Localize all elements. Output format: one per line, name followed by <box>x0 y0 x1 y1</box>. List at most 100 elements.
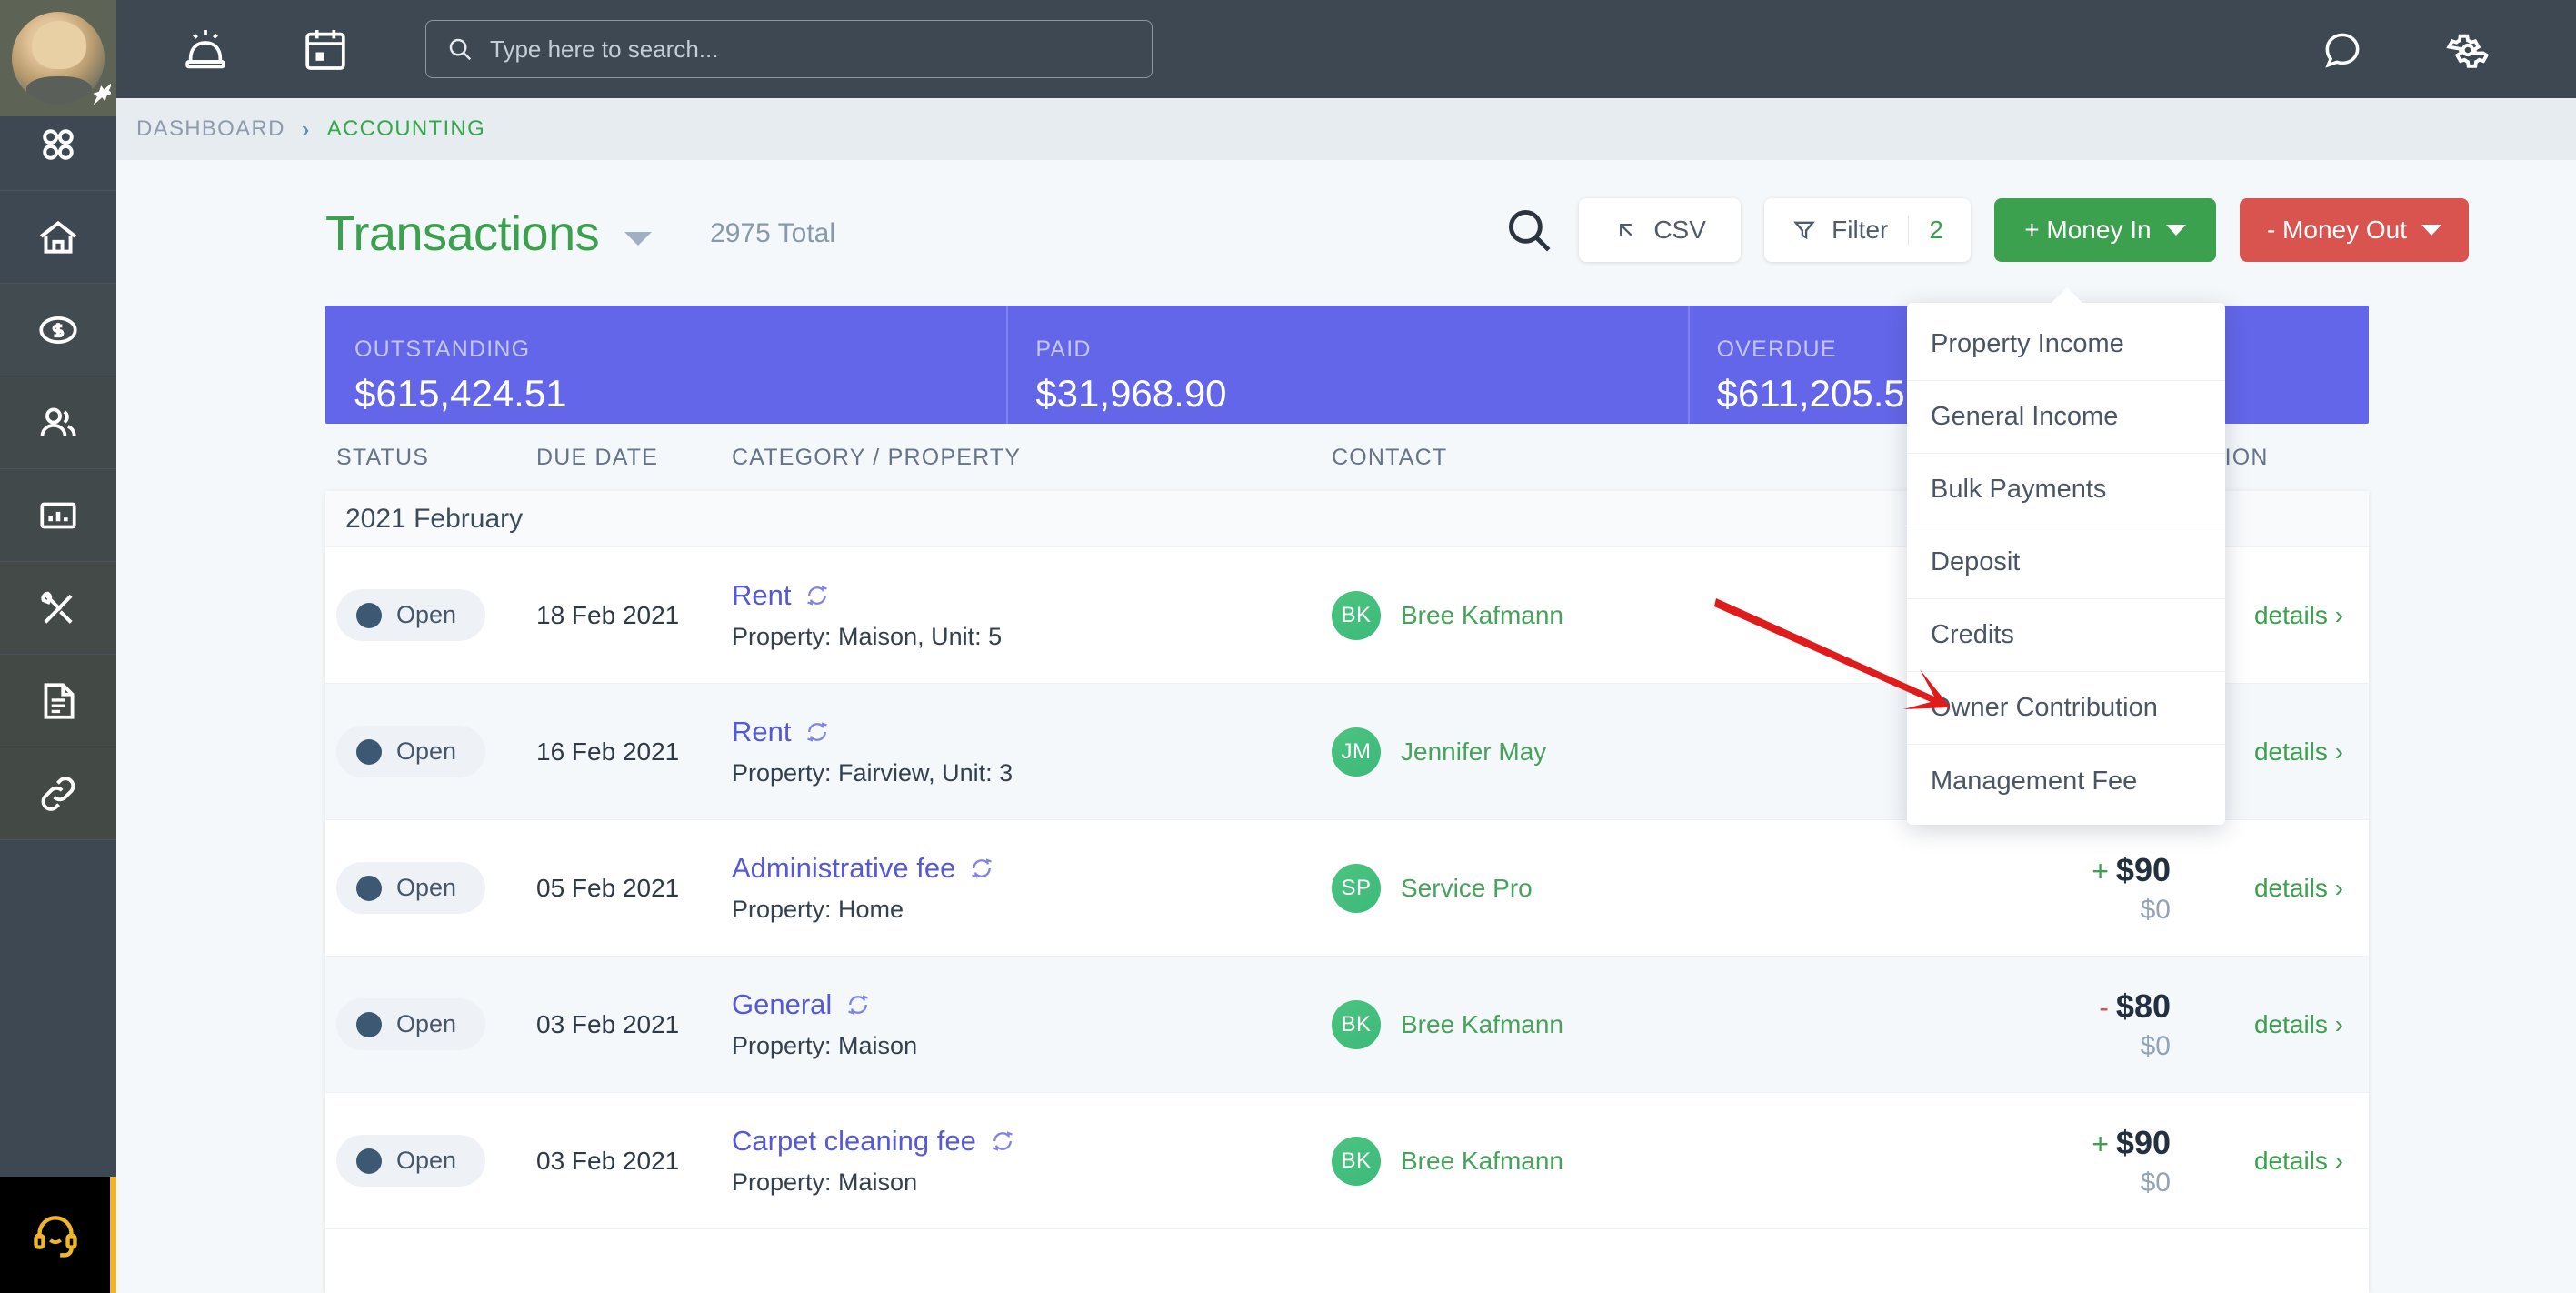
breadcrumb: DASHBOARD › ACCOUNTING <box>116 98 2576 160</box>
category-property: Property: Maison <box>732 1168 918 1196</box>
tools-icon <box>41 591 73 624</box>
recurring-icon <box>972 858 993 878</box>
chat-icon[interactable] <box>2320 27 2365 73</box>
money-in-dropdown-menu: Property Income General Income Bulk Paym… <box>1907 287 2225 825</box>
apps-grid-icon <box>43 128 74 160</box>
menu-item-property-income[interactable]: Property Income <box>1907 308 2225 381</box>
category-property: Property: Maison <box>732 1032 918 1059</box>
money-icon <box>39 316 77 344</box>
category-link[interactable]: Rent <box>732 579 791 612</box>
total-count: 2975 Total <box>710 218 836 248</box>
category-property: Property: Fairview, Unit: 3 <box>732 759 1013 787</box>
menu-item-bulk-payments[interactable]: Bulk Payments <box>1907 454 2225 526</box>
details-link[interactable]: details › <box>2254 1147 2343 1175</box>
status-dot-icon <box>356 875 382 901</box>
menu-item-owner-contribution[interactable]: Owner Contribution <box>1907 672 2225 745</box>
filter-label: Filter <box>1832 216 1889 244</box>
category-link[interactable]: Carpet cleaning fee <box>732 1125 976 1158</box>
column-header-contact: CONTACT <box>1332 444 1448 470</box>
menu-item-deposit[interactable]: Deposit <box>1907 526 2225 599</box>
stat-outstanding: OUTSTANDING $615,424.51 <box>325 306 1006 424</box>
column-header-category: CATEGORY / PROPERTY <box>732 444 1022 470</box>
status-badge: Open <box>336 862 486 914</box>
filter-button[interactable]: Filter 2 <box>1764 198 1971 262</box>
sidebar-item-maintenance[interactable] <box>0 562 116 655</box>
status-label: Open <box>396 601 457 628</box>
cell-category: General Property: Maison <box>732 988 1332 1060</box>
filter-icon <box>1793 221 1815 240</box>
breadcrumb-dashboard[interactable]: DASHBOARD <box>136 116 285 142</box>
global-search[interactable] <box>425 20 1153 78</box>
gear-icon[interactable] <box>2443 25 2492 75</box>
menu-item-general-income[interactable]: General Income <box>1907 381 2225 454</box>
sidebar-item-home[interactable] <box>0 191 116 284</box>
contact-link[interactable]: Bree Kafmann <box>1401 601 1563 630</box>
contact-link[interactable]: Service Pro <box>1401 874 1533 903</box>
sidebar-item-accounting[interactable] <box>0 284 116 376</box>
sidebar-item-links[interactable] <box>0 747 116 840</box>
action-toolbar: CSV Filter 2 + Money In - Money Out <box>1503 198 2469 262</box>
cell-status: Open <box>325 589 536 641</box>
table-row[interactable]: Open 05 Feb 2021 Administrative fee Prop… <box>325 820 2369 957</box>
amount-balance: $0 <box>2140 1167 2171 1198</box>
category-property: Property: Home <box>732 896 904 923</box>
contact-link[interactable]: Bree Kafmann <box>1401 1010 1563 1039</box>
money-out-button[interactable]: - Money Out <box>2239 198 2469 262</box>
amount-value: $90 <box>2115 850 2171 888</box>
menu-item-management-fee[interactable]: Management Fee <box>1907 745 2225 817</box>
cell-due-date: 03 Feb 2021 <box>536 1009 680 1038</box>
search-input[interactable] <box>490 35 1132 64</box>
people-icon <box>40 407 76 436</box>
status-badge: Open <box>336 998 486 1050</box>
recurring-icon <box>807 586 828 606</box>
csv-label: CSV <box>1653 216 1706 244</box>
amount-value: $80 <box>2115 987 2171 1025</box>
support-button[interactable] <box>0 1177 116 1293</box>
recurring-icon <box>992 1131 1013 1151</box>
menu-item-credits[interactable]: Credits <box>1907 599 2225 672</box>
category-link[interactable]: General <box>732 988 832 1021</box>
category-property: Property: Maison, Unit: 5 <box>732 623 1003 650</box>
avatar: BK <box>1332 1136 1381 1186</box>
cell-contact: BK Bree Kafmann <box>1332 1136 1986 1186</box>
table-row[interactable]: Open 03 Feb 2021 Carpet cleaning fee Pro… <box>325 1093 2369 1229</box>
calendar-icon[interactable] <box>300 24 351 75</box>
recurring-icon <box>848 995 869 1015</box>
page-title: Transactions <box>325 206 600 261</box>
sidebar-item-contacts[interactable] <box>0 376 116 469</box>
details-link[interactable]: details › <box>2254 874 2343 902</box>
cell-contact: JM Jennifer May <box>1332 727 1986 777</box>
category-link[interactable]: Administrative fee <box>732 852 955 885</box>
title-dropdown-caret-icon[interactable] <box>624 231 653 246</box>
cell-contact: SP Service Pro <box>1332 863 1986 913</box>
sidebar-item-documents[interactable] <box>0 655 116 747</box>
cell-due-date: 05 Feb 2021 <box>536 873 680 902</box>
headset-icon <box>33 1216 77 1258</box>
details-link[interactable]: details › <box>2254 737 2343 766</box>
search-icon <box>449 38 472 61</box>
table-row[interactable]: Open 03 Feb 2021 General Property: Maiso… <box>325 957 2369 1093</box>
avatar: SP <box>1332 863 1381 913</box>
amount-value: $90 <box>2115 1123 2171 1161</box>
amount-balance: $0 <box>2140 894 2171 925</box>
details-link[interactable]: details › <box>2254 601 2343 629</box>
money-in-button[interactable]: + Money In <box>1993 198 2216 262</box>
avatar: BK <box>1332 590 1381 640</box>
cell-status: Open <box>325 998 536 1050</box>
cell-status: Open <box>325 862 536 914</box>
cell-action: details › <box>2176 1010 2369 1039</box>
status-label: Open <box>396 1147 457 1174</box>
cell-status: Open <box>325 726 536 777</box>
user-avatar[interactable] <box>0 0 116 116</box>
status-badge: Open <box>336 589 486 641</box>
breadcrumb-accounting[interactable]: ACCOUNTING <box>327 116 485 142</box>
table-search-icon[interactable] <box>1503 204 1555 256</box>
sidebar-item-reports[interactable] <box>0 469 116 562</box>
contact-link[interactable]: Jennifer May <box>1401 737 1546 767</box>
csv-export-button[interactable]: CSV <box>1579 198 1742 262</box>
filter-count-badge: 2 <box>1908 216 1943 245</box>
contact-link[interactable]: Bree Kafmann <box>1401 1147 1563 1176</box>
details-link[interactable]: details › <box>2254 1010 2343 1038</box>
category-link[interactable]: Rent <box>732 716 791 748</box>
alarm-icon[interactable] <box>180 24 231 75</box>
